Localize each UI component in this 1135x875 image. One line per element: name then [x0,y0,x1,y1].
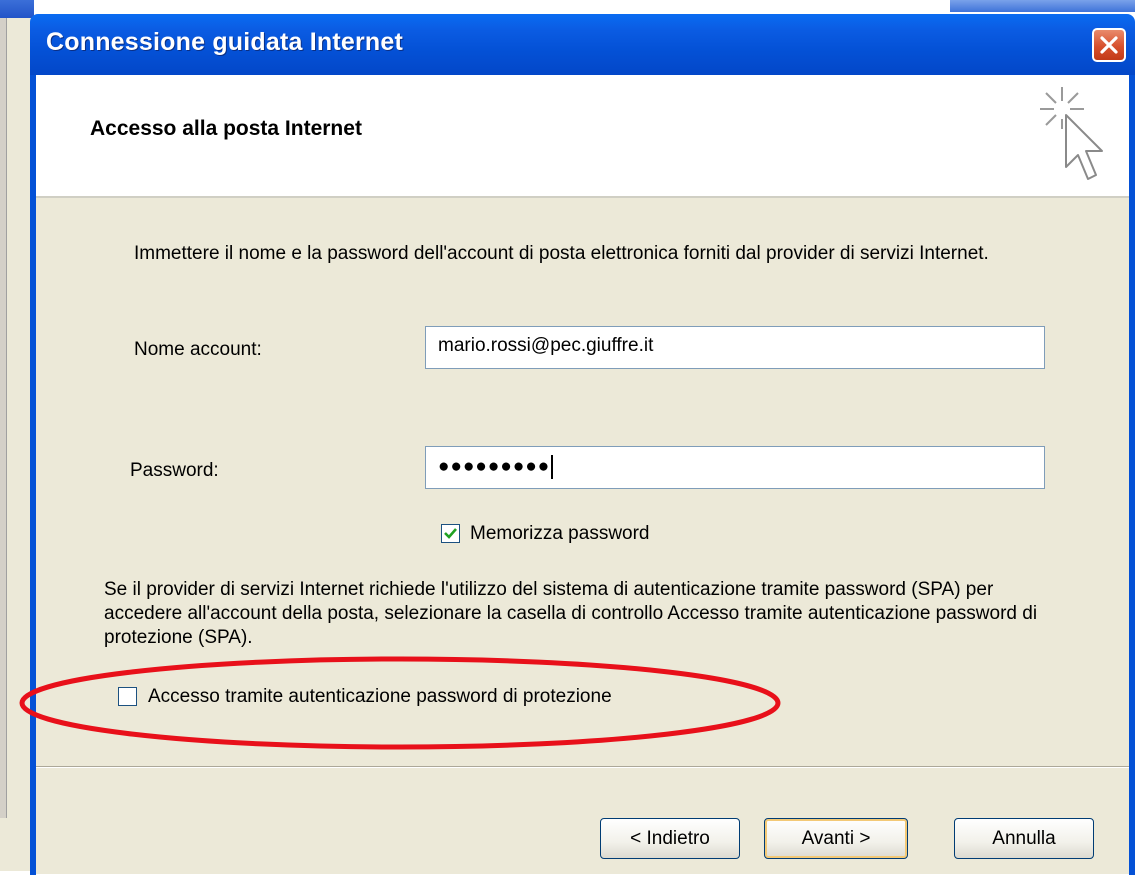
red-highlight-ellipse [19,656,781,750]
next-button[interactable]: Avanti > [764,818,908,859]
remember-password-label[interactable]: Memorizza password [470,522,650,546]
password-field[interactable]: ●●●●●●●●● [425,446,1045,489]
cancel-button[interactable]: Annulla [954,818,1094,859]
password-label: Password: [130,460,219,481]
account-name-label: Nome account: [134,339,262,360]
back-button[interactable]: < Indietro [600,818,740,859]
page-title: Accesso alla posta Internet [90,117,362,140]
close-icon [1100,36,1118,54]
button-separator [36,766,1129,768]
checkmark-icon [444,528,457,539]
text-caret [551,455,554,479]
background-window-titlebar [0,0,34,18]
title-bar[interactable]: Connessione guidata Internet [30,14,1135,75]
wizard-header: Accesso alla posta Internet [36,75,1129,198]
intro-text: Immettere il nome e la password dell'acc… [134,243,989,264]
background-window-edge [0,18,7,818]
wizard-dialog: Connessione guidata Internet Accesso all… [19,14,1135,875]
window-title: Connessione guidata Internet [46,28,404,56]
spa-description: Se il provider di servizi Internet richi… [104,579,1038,648]
account-name-value: mario.rossi@pec.giuffre.it [438,335,654,356]
close-button[interactable] [1092,28,1126,62]
password-value: ●●●●●●●●● [438,456,551,478]
frame-right [1129,75,1135,875]
account-name-field[interactable]: mario.rossi@pec.giuffre.it [425,326,1045,369]
remember-password-checkbox[interactable] [441,524,460,543]
wizard-cursor-sparkle-icon [1040,87,1103,180]
background-titlebar-strip [950,0,1135,12]
wizard-body: Immettere il nome e la password dell'acc… [19,198,1129,874]
